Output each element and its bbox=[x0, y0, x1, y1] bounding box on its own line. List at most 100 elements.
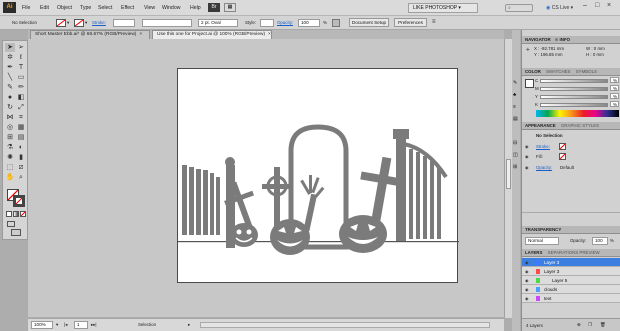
panel-menu-icon[interactable]: ≡ bbox=[432, 19, 436, 25]
toolbar-stroke-swatch[interactable] bbox=[13, 195, 25, 207]
bridge-icon[interactable]: Br bbox=[208, 3, 220, 12]
close-tab-icon[interactable]: × bbox=[139, 32, 142, 37]
search-field[interactable]: ⌕ bbox=[505, 4, 533, 12]
gradient-mode-icon[interactable] bbox=[13, 211, 19, 217]
rectangle-tool-icon[interactable]: ▭ bbox=[16, 73, 26, 82]
eye-icon[interactable]: ◉ bbox=[525, 278, 530, 283]
variable-width-profile[interactable] bbox=[142, 19, 192, 27]
tab-symbols[interactable]: SYMBOLS bbox=[576, 69, 597, 74]
none-mode-icon[interactable] bbox=[20, 211, 26, 217]
first-artboard-icon[interactable]: |◂ bbox=[64, 322, 67, 328]
blob-brush-tool-icon[interactable]: ● bbox=[5, 93, 15, 102]
brush-definition[interactable]: 2 pt. Oval bbox=[198, 19, 238, 27]
stroke-weight-field[interactable] bbox=[113, 19, 135, 27]
gradient-tool-icon[interactable]: ▤ bbox=[16, 133, 26, 142]
tab-graphic-styles[interactable]: GRAPHIC STYLES bbox=[561, 123, 599, 128]
layer-name[interactable]: Layer 3 bbox=[544, 259, 559, 266]
appearance-opacity[interactable]: Opacity: bbox=[536, 165, 552, 170]
tab-layers[interactable]: LAYERS bbox=[525, 250, 542, 255]
stroke-dropdown-icon[interactable]: ▾ bbox=[85, 20, 87, 26]
transparency-opacity-field[interactable]: 100 bbox=[592, 237, 608, 245]
layer-row[interactable]: ◉ Layer 3 bbox=[522, 258, 620, 267]
shape-builder-tool-icon[interactable]: ◎ bbox=[5, 123, 15, 132]
line-tool-icon[interactable]: ╲ bbox=[5, 73, 15, 82]
tab-swatches[interactable]: SWATCHES bbox=[546, 69, 570, 74]
color-spectrum[interactable] bbox=[536, 110, 619, 117]
appearance-fill-swatch[interactable] bbox=[559, 153, 566, 160]
menu-help[interactable]: Help bbox=[190, 5, 201, 11]
channel-y-slider[interactable] bbox=[540, 95, 608, 99]
arrange-documents-icon[interactable]: ▦ bbox=[224, 3, 236, 12]
scale-tool-icon[interactable]: ⤢ bbox=[16, 103, 26, 112]
slice-tool-icon[interactable]: ⧄ bbox=[16, 163, 26, 172]
tab-appearance[interactable]: APPEARANCE bbox=[525, 123, 556, 128]
close-tab-icon[interactable]: × bbox=[268, 32, 271, 37]
channel-k-field[interactable]: % bbox=[610, 101, 619, 107]
channel-c-slider[interactable] bbox=[540, 79, 608, 83]
vertical-scrollbar[interactable] bbox=[504, 39, 512, 318]
eye-icon[interactable]: ◉ bbox=[525, 269, 530, 274]
document-setup-button[interactable]: Document Setup bbox=[349, 18, 389, 27]
perspective-grid-tool-icon[interactable]: ▦ bbox=[16, 123, 26, 132]
selection-tool-icon[interactable]: ➤ bbox=[5, 43, 15, 52]
rotate-tool-icon[interactable]: ↻ bbox=[5, 103, 15, 112]
cs-live-button[interactable]: ◉ CS Live ▾ bbox=[546, 5, 573, 11]
artboard[interactable] bbox=[177, 68, 459, 283]
channel-m-slider[interactable] bbox=[540, 87, 608, 91]
stroke-swatch[interactable] bbox=[74, 19, 84, 27]
blend-tool-icon[interactable]: ◐ bbox=[16, 143, 26, 152]
paintbrush-tool-icon[interactable]: ✎ bbox=[5, 83, 15, 92]
pathfinder-panel-icon[interactable]: ◫ bbox=[513, 152, 518, 158]
minimize-button[interactable]: – bbox=[583, 2, 587, 9]
menu-effect[interactable]: Effect bbox=[121, 5, 134, 11]
menu-type[interactable]: Type bbox=[80, 5, 91, 11]
layer-name[interactable]: clouds bbox=[544, 286, 557, 293]
channel-c-field[interactable]: % bbox=[610, 77, 619, 83]
color-fill-icon[interactable] bbox=[525, 79, 534, 88]
width-tool-icon[interactable]: ⋈ bbox=[5, 113, 15, 122]
layer-name[interactable]: Layer 3 bbox=[544, 268, 559, 275]
eye-icon[interactable]: ◉ bbox=[525, 296, 530, 301]
fill-swatch[interactable] bbox=[56, 19, 66, 27]
menu-select[interactable]: Select bbox=[98, 5, 112, 11]
pencil-tool-icon[interactable]: ✏ bbox=[16, 83, 26, 92]
tab-color[interactable]: COLOR bbox=[525, 69, 541, 74]
new-layer-icon[interactable]: ❐ bbox=[588, 322, 592, 328]
layer-row[interactable]: ◉ Layer 5 bbox=[522, 276, 620, 285]
direct-selection-tool-icon[interactable]: ➢ bbox=[16, 43, 26, 52]
eye-icon[interactable]: ◉ bbox=[525, 144, 530, 149]
new-sublayer-icon[interactable]: ⊕ bbox=[577, 322, 581, 328]
layer-row[interactable]: ◉ text bbox=[522, 294, 620, 303]
zoom-dropdown-icon[interactable]: ▾ bbox=[56, 322, 58, 328]
artboard-tool-icon[interactable]: ⬚ bbox=[5, 163, 15, 172]
lasso-tool-icon[interactable]: ℓ bbox=[16, 53, 26, 62]
mesh-tool-icon[interactable]: ⊞ bbox=[5, 133, 15, 142]
magic-wand-tool-icon[interactable]: ✲ bbox=[5, 53, 15, 62]
eye-icon[interactable]: ◉ bbox=[525, 287, 530, 292]
tab-separations-preview[interactable]: SEPARATIONS PREVIEW bbox=[548, 250, 600, 255]
opacity-field[interactable]: 100 bbox=[298, 19, 320, 27]
brush-panel-icon[interactable]: ✎ bbox=[513, 80, 517, 86]
eye-icon[interactable]: ◉ bbox=[525, 260, 530, 265]
layer-name[interactable]: Layer 5 bbox=[552, 277, 567, 284]
gradient-panel-icon[interactable]: ▤ bbox=[513, 116, 518, 122]
artboard-number-field[interactable]: 1 bbox=[74, 321, 88, 329]
layer-row[interactable]: ◉ Layer 3 bbox=[522, 267, 620, 276]
channel-k-slider[interactable] bbox=[540, 103, 608, 107]
type-tool-icon[interactable]: T bbox=[16, 63, 26, 72]
appearance-fill[interactable]: Fill: bbox=[536, 154, 543, 159]
delete-layer-icon[interactable]: 🗑 bbox=[600, 322, 606, 328]
align-panel-icon[interactable]: ⊟ bbox=[513, 140, 517, 146]
menu-window[interactable]: Window bbox=[162, 5, 180, 11]
tab-transparency[interactable]: TRANSPARENCY bbox=[525, 227, 561, 232]
next-artboard-icon[interactable]: ▸▸| bbox=[91, 322, 97, 328]
scroll-thumb[interactable] bbox=[506, 159, 511, 189]
menu-file[interactable]: File bbox=[22, 5, 30, 11]
menu-object[interactable]: Object bbox=[57, 5, 72, 11]
layer-row[interactable]: ◉ clouds bbox=[522, 285, 620, 294]
color-mode-icon[interactable] bbox=[6, 211, 12, 217]
eye-icon[interactable]: ◉ bbox=[525, 154, 530, 159]
horizontal-scrollbar[interactable] bbox=[200, 322, 490, 328]
appearance-stroke-swatch[interactable] bbox=[559, 143, 566, 150]
layer-name[interactable]: text bbox=[544, 295, 551, 302]
